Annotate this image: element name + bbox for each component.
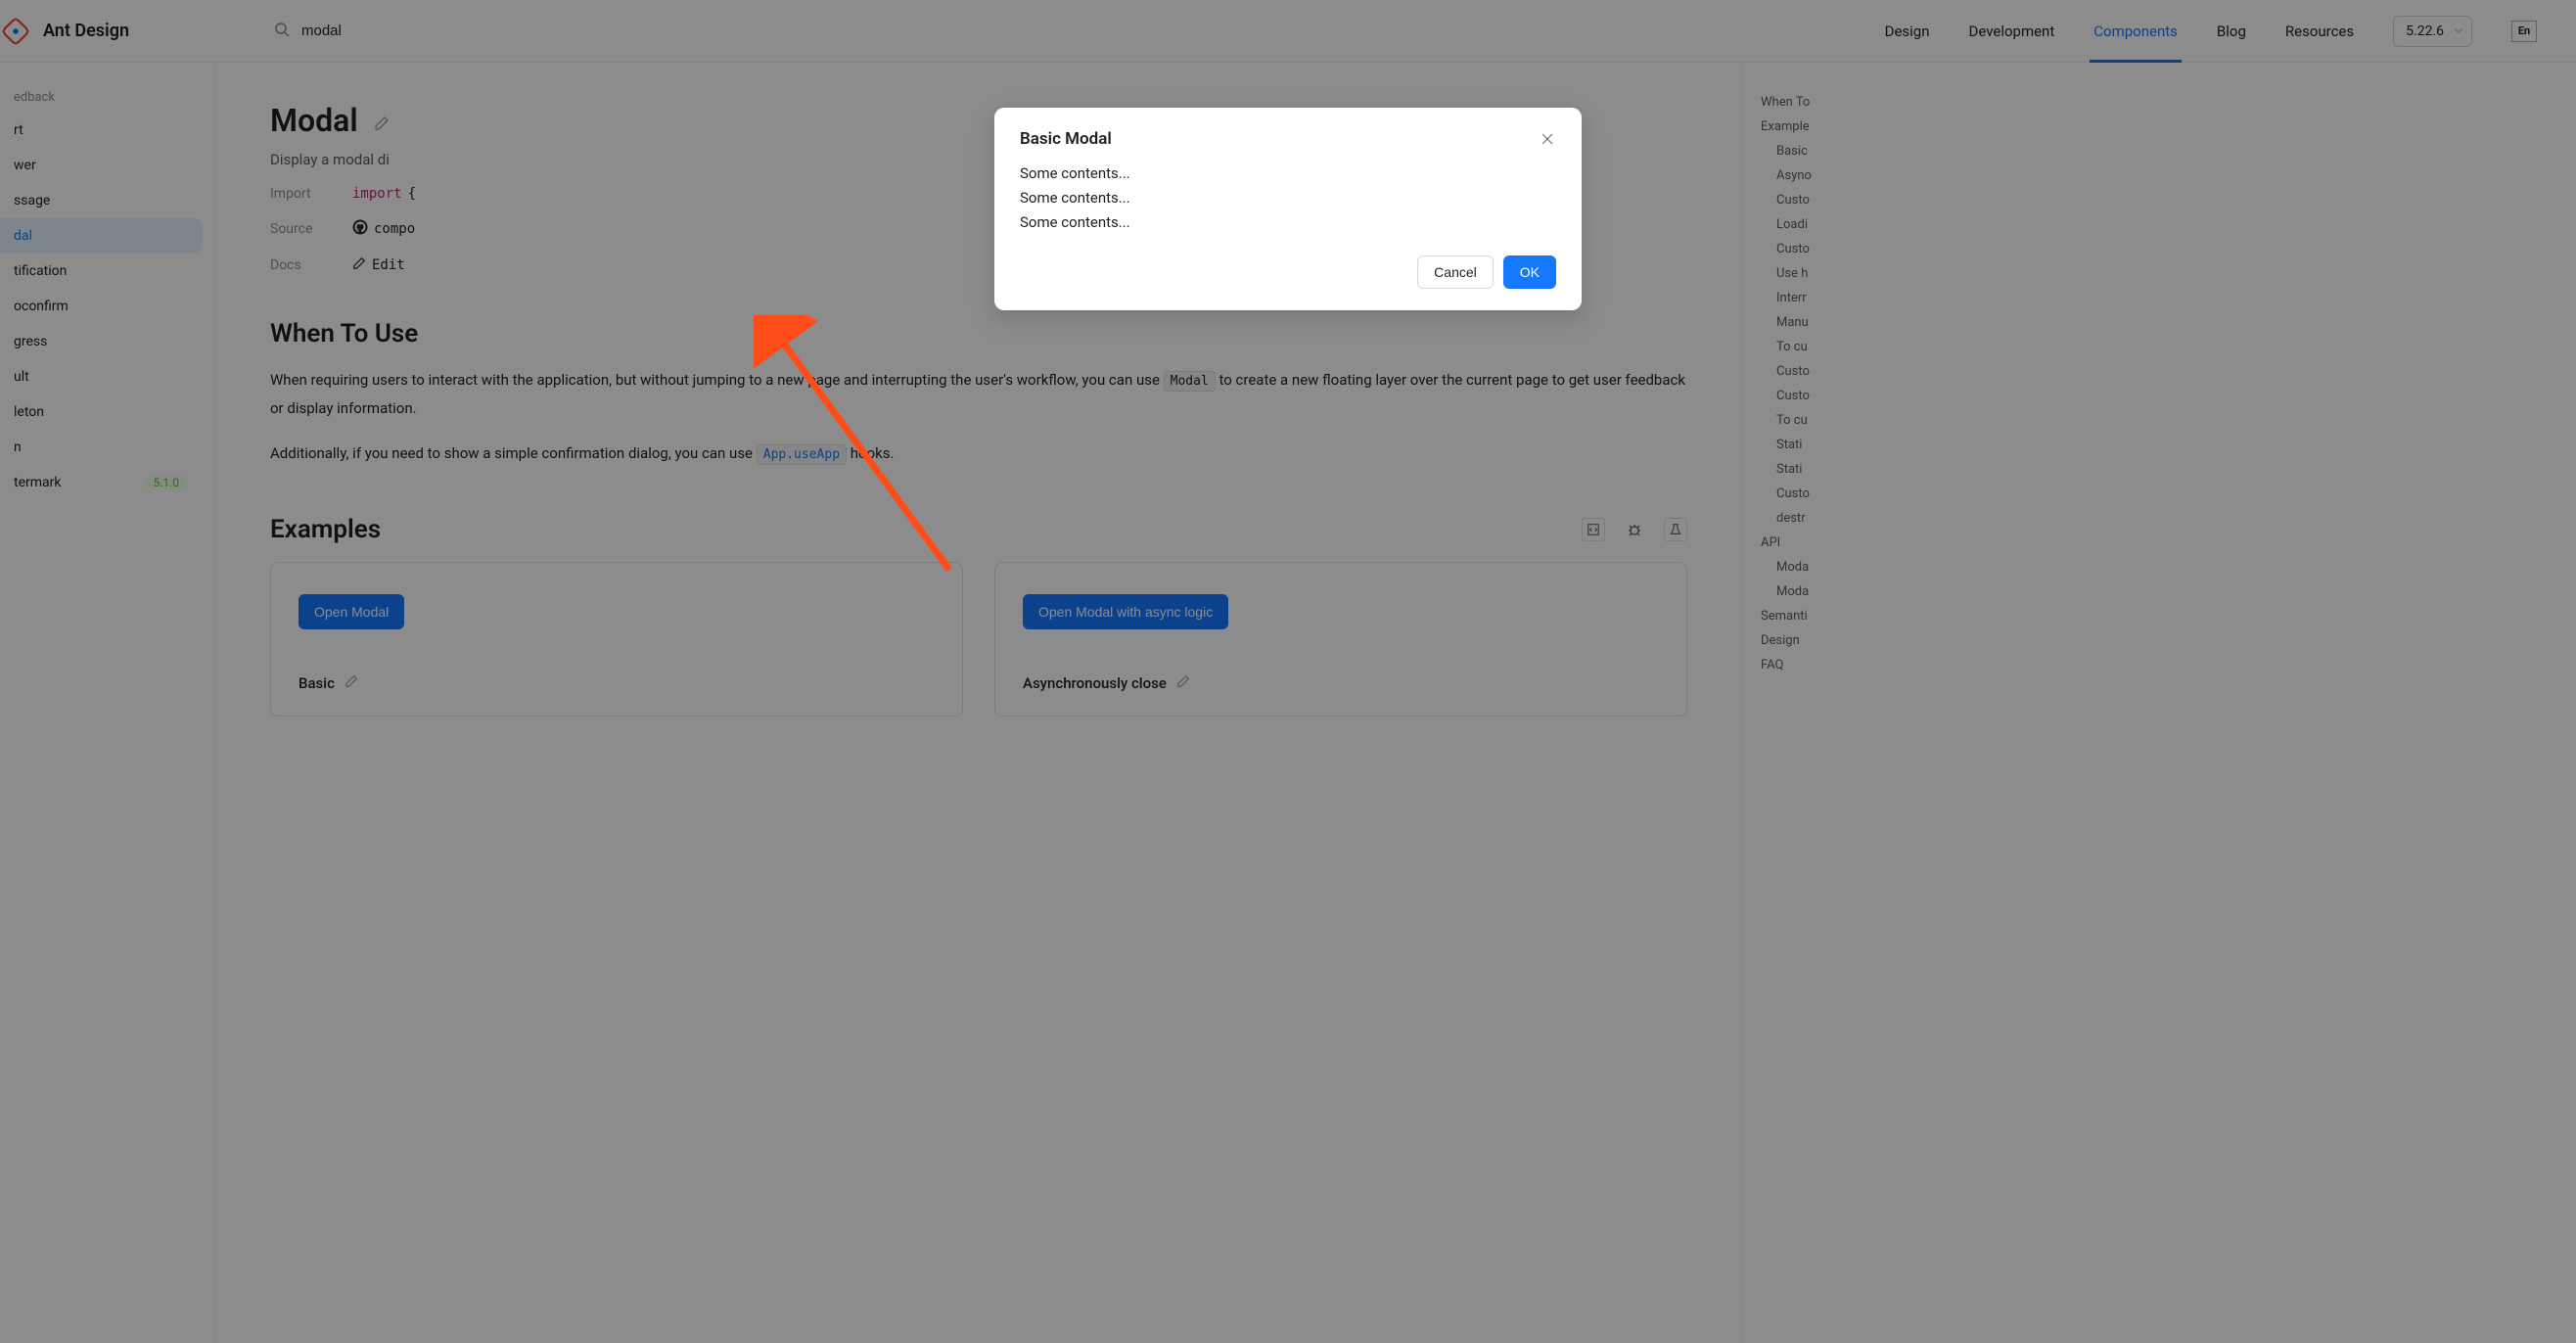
modal-title: Basic Modal: [1020, 129, 1112, 149]
modal-content-line: Some contents...: [1020, 162, 1556, 186]
modal-footer: Cancel OK: [1020, 255, 1556, 289]
ok-button[interactable]: OK: [1503, 255, 1556, 289]
modal-dialog: Basic Modal Some contents... Some conten…: [994, 108, 1582, 310]
close-icon[interactable]: [1539, 129, 1556, 152]
modal-content-line: Some contents...: [1020, 210, 1556, 235]
cancel-button[interactable]: Cancel: [1417, 255, 1494, 289]
modal-body: Some contents... Some contents... Some c…: [1020, 162, 1556, 234]
modal-header: Basic Modal: [1020, 129, 1556, 152]
modal-content-line: Some contents...: [1020, 186, 1556, 210]
